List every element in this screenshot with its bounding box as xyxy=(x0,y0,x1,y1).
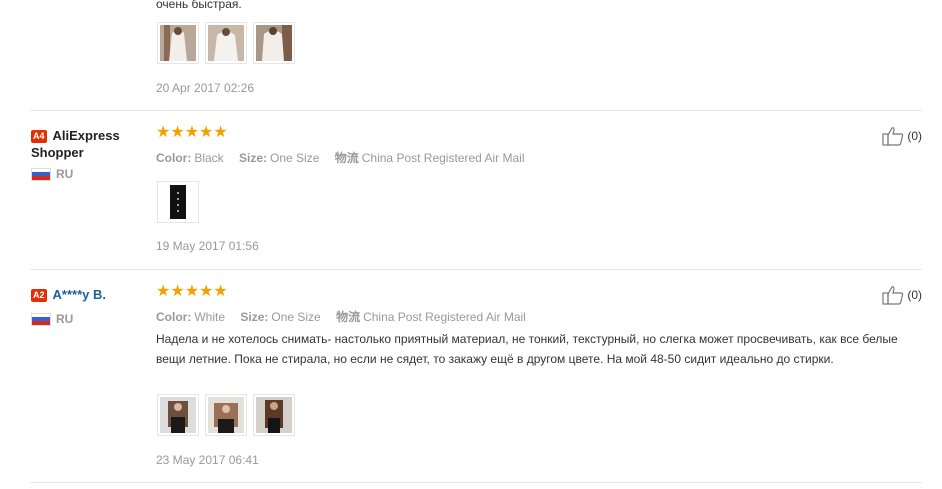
review-date: 20 Apr 2017 02:26 xyxy=(156,81,255,95)
reviewer-info: A4 AliExpress Shopper RU xyxy=(31,127,141,181)
color-label: Color: xyxy=(156,310,192,324)
review-photo[interactable] xyxy=(157,181,199,223)
thumbs-up-icon xyxy=(882,286,904,305)
helpful-count: (0) xyxy=(907,129,922,143)
color-value: Black xyxy=(194,151,224,165)
size-value: One Size xyxy=(270,151,320,165)
helpful-button[interactable]: (0) xyxy=(882,285,922,305)
country-code: RU xyxy=(56,312,74,326)
shipping-value: China Post Registered Air Mail xyxy=(363,310,526,324)
star-rating: ★★★★★ xyxy=(156,283,228,300)
review-text-fragment: очень быстрая. xyxy=(156,0,242,11)
helpful-button[interactable]: (0) xyxy=(882,126,922,146)
shipping-value: China Post Registered Air Mail xyxy=(361,151,525,165)
order-attributes: Color: White Size: One Size 物流 China Post R… xyxy=(156,308,538,325)
size-label: Size: xyxy=(239,151,268,165)
review-photo[interactable] xyxy=(205,394,247,436)
color-label: Color: xyxy=(156,151,192,165)
review-text: Надела и не хотелось снимать- настолько … xyxy=(156,332,898,366)
russia-flag-icon xyxy=(31,312,51,326)
order-attributes: Color: Black Size: One Size 物流 China Post R… xyxy=(156,149,537,166)
review-photos xyxy=(157,181,199,223)
review-photo[interactable] xyxy=(253,394,295,436)
reviewer-name: A****y B. xyxy=(52,287,106,302)
reviewer-country: RU xyxy=(31,312,141,326)
review-divider xyxy=(30,269,922,270)
review-date: 19 May 2017 01:56 xyxy=(156,239,259,253)
buyer-level-badge: A4 xyxy=(31,130,47,143)
reviewer-country: RU xyxy=(31,167,141,181)
review-photo[interactable] xyxy=(253,22,295,64)
review-divider xyxy=(30,110,922,111)
color-value: White xyxy=(194,310,226,324)
review-photos xyxy=(157,394,295,436)
star-rating: ★★★★★ xyxy=(156,124,228,141)
shipping-label: 物流 xyxy=(334,151,359,165)
size-value: One Size xyxy=(271,310,321,324)
helpful-count: (0) xyxy=(907,288,922,302)
buyer-level-badge: A2 xyxy=(31,289,47,302)
review-photo[interactable] xyxy=(157,394,199,436)
shipping-label: 物流 xyxy=(336,310,361,324)
size-label: Size: xyxy=(240,310,269,324)
review-photos xyxy=(157,22,295,64)
review-photo[interactable] xyxy=(157,22,199,64)
country-code: RU xyxy=(56,167,74,181)
reviewer-info: A2 A****y B. RU xyxy=(31,286,141,326)
russia-flag-icon xyxy=(31,167,51,181)
review-divider xyxy=(30,482,922,483)
review-date: 23 May 2017 06:41 xyxy=(156,453,259,467)
review-photo[interactable] xyxy=(205,22,247,64)
thumbs-up-icon xyxy=(882,127,904,146)
